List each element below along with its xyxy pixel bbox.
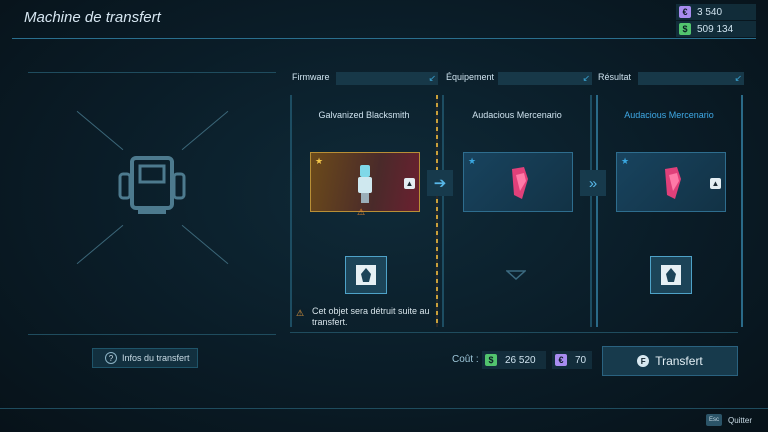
- column-header-equipment: Équipement ↙: [446, 72, 592, 85]
- currency-green-value: 509 134: [697, 23, 734, 35]
- cost-points: € 70: [552, 351, 592, 369]
- result-item-name: Audacious Mercenario: [624, 110, 714, 120]
- page-title: Machine de transfert: [24, 9, 161, 26]
- equipment-item-icon: [512, 167, 528, 199]
- expand-arrow-icon[interactable]: ↙: [428, 73, 436, 84]
- column-divider: [442, 95, 444, 327]
- cost-money: $ 26 520: [482, 351, 546, 369]
- result-item-card[interactable]: ★ ▲: [616, 152, 726, 212]
- transfer-button[interactable]: F Transfert: [602, 346, 738, 376]
- firmware-item-icon: [358, 165, 372, 203]
- transfer-info-label: Infos du transfert: [122, 353, 190, 363]
- arrow-right-icon: ➔: [427, 170, 453, 196]
- divider: [28, 72, 276, 73]
- esc-key-icon: Esc: [705, 414, 722, 426]
- green-currency-icon: $: [679, 23, 691, 35]
- mod-chip-icon: [661, 265, 681, 285]
- warning-icon: ⚠: [296, 308, 305, 318]
- expand-arrow-icon[interactable]: ↙: [582, 73, 590, 84]
- currency-purple-value: 3 540: [697, 6, 723, 18]
- lock-icon: ▲: [404, 178, 415, 189]
- backpack-icon: [118, 152, 186, 223]
- column-header-label: Firmware: [292, 72, 330, 82]
- mod-slot-result[interactable]: [650, 256, 692, 294]
- warning-icon: ⚠: [357, 207, 366, 217]
- tier-icon: ★: [468, 156, 477, 166]
- column-divider: [741, 95, 743, 327]
- purple-currency-icon: €: [679, 6, 691, 18]
- equipment-item-card[interactable]: ★: [463, 152, 573, 212]
- equipment-item-name: Audacious Mercenario: [472, 110, 562, 120]
- footer-divider: [0, 408, 768, 409]
- tier-icon: ★: [621, 156, 630, 166]
- divider: [28, 334, 276, 335]
- purple-currency-icon: €: [555, 354, 567, 366]
- cost-label: Coût :: [452, 354, 479, 365]
- transfer-button-label: Transfert: [655, 354, 703, 368]
- lock-icon: ▲: [710, 178, 721, 189]
- key-f-icon: F: [637, 355, 650, 367]
- column-divider: [596, 95, 598, 327]
- quit-button[interactable]: Esc Quitter: [705, 414, 752, 426]
- firmware-item-name: Galvanized Blacksmith: [318, 110, 410, 120]
- cost-points-value: 70: [575, 354, 587, 366]
- column-header-result: Résultat ↙: [598, 72, 744, 85]
- cost-money-value: 26 520: [505, 354, 536, 366]
- green-currency-icon: $: [485, 354, 497, 366]
- column-header-label: Équipement: [446, 72, 495, 82]
- quit-label: Quitter: [727, 415, 752, 425]
- empty-slot-icon: [506, 270, 526, 280]
- header: Machine de transfert € 3 540 $ 509 134: [0, 0, 768, 38]
- column-divider: [590, 95, 592, 327]
- result-item-icon: [665, 167, 681, 199]
- mod-chip-icon: [356, 265, 376, 285]
- destroy-warning-text: Cet objet sera détruit suite au transfer…: [312, 306, 430, 327]
- mod-slot-firmware[interactable]: [345, 256, 387, 294]
- expand-arrow-icon[interactable]: ↙: [734, 73, 742, 84]
- firmware-item-card[interactable]: ★ ▲: [310, 152, 420, 212]
- divider: [290, 332, 738, 333]
- column-header-firmware: Firmware ↙: [292, 72, 438, 85]
- column-header-label: Résultat: [598, 72, 632, 82]
- currency-green: $ 509 134: [676, 21, 756, 37]
- tier-icon: ★: [315, 156, 324, 166]
- double-arrow-right-icon: »: [580, 170, 606, 196]
- currency-purple: € 3 540: [676, 4, 756, 20]
- destroy-warning: ⚠ Cet objet sera détruit suite au transf…: [290, 306, 438, 328]
- help-icon: ?: [105, 352, 117, 364]
- header-divider: [12, 38, 756, 39]
- transfer-info-button[interactable]: ? Infos du transfert: [92, 348, 198, 368]
- column-divider: [290, 95, 292, 327]
- column-divider: [436, 95, 438, 327]
